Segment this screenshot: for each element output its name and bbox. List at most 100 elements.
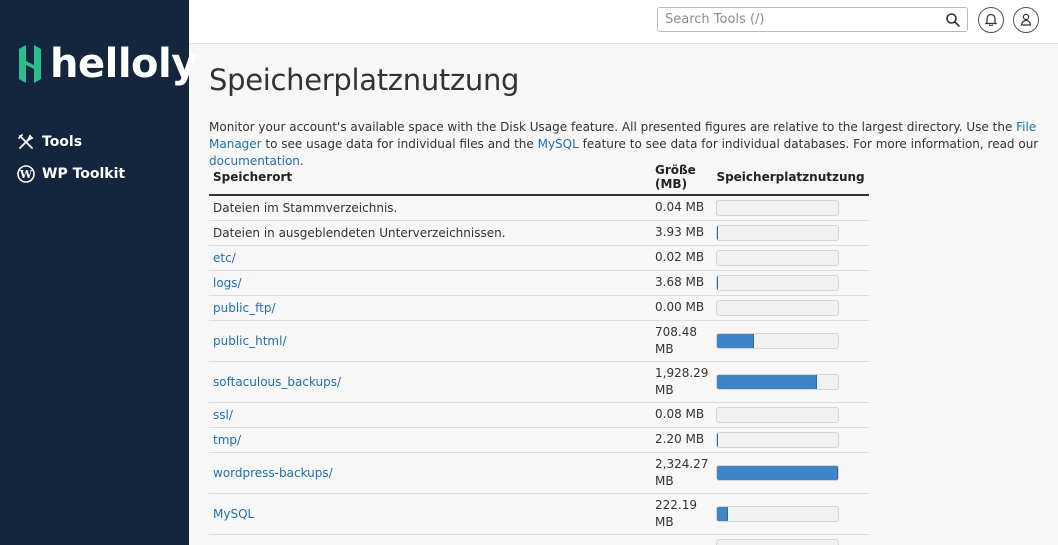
usage-bar-fill (717, 465, 839, 480)
size-cell: 708.48 MB (651, 319, 713, 361)
sidebar-item-label: Tools (42, 134, 83, 150)
usage-bar-fill (717, 225, 719, 240)
size-cell: 1,928.29 MB (651, 360, 713, 402)
usage-cell (712, 426, 869, 452)
table-header-row: Speicherort Größe (MB) Speicherplatznutz… (209, 159, 869, 196)
location-text: Dateien in ausgeblendeten Unterverzeichn… (213, 225, 506, 240)
notifications-button[interactable] (978, 7, 1004, 33)
column-header-usage[interactable]: Speicherplatznutzung (712, 159, 869, 196)
usage-bar-fill (717, 333, 754, 348)
size-cell: 2,324.27 MB (651, 451, 713, 493)
sidebar: helloly Tools W WP Toolkit (0, 0, 197, 545)
usage-bar (716, 299, 840, 316)
location-text: Dateien im Stammverzeichnis. (213, 200, 398, 215)
intro-text: to see usage data for individual files a… (261, 137, 538, 151)
location-cell: etc/ (209, 244, 651, 270)
size-cell: 0.04 MB (651, 194, 713, 220)
logo-mark-icon (16, 43, 44, 85)
size-cell (651, 533, 713, 545)
size-value: 2,324.27 MB (655, 456, 709, 488)
usage-bar (716, 224, 840, 241)
brand-name: helloly (50, 41, 197, 87)
table-row: Dateien in ausgeblendeten Unterverzeichn… (209, 219, 869, 245)
search-icon[interactable] (945, 12, 961, 28)
wordpress-icon: W (17, 165, 35, 183)
size-cell: 3.93 MB (651, 219, 713, 245)
sidebar-item-label: WP Toolkit (42, 166, 126, 182)
column-header-location[interactable]: Speicherort (209, 159, 651, 196)
top-bar (189, 0, 1058, 44)
location-cell: Dateien im Stammverzeichnis. (209, 194, 651, 220)
usage-bar (716, 431, 840, 448)
table-row: Dateien im Stammverzeichnis. 0.04 MB (209, 194, 869, 220)
user-icon (1020, 11, 1032, 30)
size-cell: 0.02 MB (651, 244, 713, 270)
location-link[interactable]: tmp/ (213, 433, 241, 447)
location-link[interactable]: etc/ (213, 251, 236, 265)
table-row: MySQL 222.19 MB (209, 492, 869, 534)
disk-usage-table: Speicherort Größe (MB) Speicherplatznutz… (209, 159, 869, 545)
usage-bar (716, 464, 840, 481)
table-row: etc/0.02 MB (209, 244, 869, 270)
location-cell: Dateien in ausgeblendeten Unterverzeichn… (209, 219, 651, 245)
usage-bar-fill (717, 506, 729, 521)
location-cell: public_ftp/ (209, 294, 651, 320)
location-link[interactable]: softaculous_backups/ (213, 375, 341, 389)
usage-cell (712, 360, 869, 402)
size-cell: 0.00 MB (651, 294, 713, 320)
location-link[interactable]: ssl/ (213, 408, 233, 422)
mysql-link[interactable]: MySQL (538, 137, 579, 151)
usage-cell (712, 492, 869, 534)
search-input[interactable] (658, 8, 938, 31)
size-value: 0.08 MB (655, 407, 705, 421)
table-row (209, 533, 869, 545)
usage-cell (712, 533, 869, 545)
main-content: Speicherplatznutzung Monitor your accoun… (209, 44, 1049, 545)
usage-cell (712, 244, 869, 270)
size-cell: 2.20 MB (651, 426, 713, 452)
usage-bar (716, 505, 840, 522)
usage-bar (716, 332, 840, 349)
usage-bar-fill (717, 374, 817, 389)
table-row: ssl/0.08 MB (209, 401, 869, 427)
location-cell: wordpress-backups/ (209, 451, 651, 493)
table-row: logs/3.68 MB (209, 269, 869, 295)
usage-cell (712, 319, 869, 361)
location-cell: softaculous_backups/ (209, 360, 651, 402)
table-row: tmp/2.20 MB (209, 426, 869, 452)
location-cell: MySQL (209, 492, 651, 534)
location-link[interactable]: public_html/ (213, 334, 286, 348)
location-cell: logs/ (209, 269, 651, 295)
size-value: 3.93 MB (655, 225, 705, 239)
location-cell: public_html/ (209, 319, 651, 361)
location-link[interactable]: MySQL (213, 507, 254, 521)
brand-logo[interactable]: helloly (16, 41, 197, 87)
table-row: softaculous_backups/1,928.29 MB (209, 360, 869, 402)
sidebar-nav: Tools W WP Toolkit (0, 126, 189, 190)
usage-cell (712, 401, 869, 427)
size-value: 708.48 MB (655, 324, 697, 356)
size-value: 0.04 MB (655, 200, 705, 215)
svg-text:W: W (19, 168, 33, 181)
user-menu-button[interactable] (1013, 7, 1039, 33)
intro-text: Monitor your account's available space w… (209, 120, 1017, 134)
size-cell: 3.68 MB (651, 269, 713, 295)
tools-icon (17, 133, 35, 151)
sidebar-item-wp-toolkit[interactable]: W WP Toolkit (0, 158, 189, 190)
size-cell: 0.08 MB (651, 401, 713, 427)
column-header-size[interactable]: Größe (MB) (651, 159, 713, 196)
usage-cell (712, 219, 869, 245)
location-link[interactable]: logs/ (213, 276, 242, 290)
size-value: 2.20 MB (655, 432, 705, 446)
table-row: wordpress-backups/2,324.27 MB (209, 451, 869, 493)
location-link[interactable]: public_ftp/ (213, 301, 275, 315)
table-row: public_ftp/0.00 MB (209, 294, 869, 320)
location-link[interactable]: wordpress-backups/ (213, 466, 333, 480)
size-value: 3.68 MB (655, 275, 705, 289)
usage-bar (716, 538, 840, 545)
usage-bar-fill (717, 432, 719, 447)
page-title: Speicherplatznutzung (209, 63, 520, 97)
location-cell: tmp/ (209, 426, 651, 452)
usage-bar-fill (717, 275, 719, 290)
sidebar-item-tools[interactable]: Tools (0, 126, 189, 158)
